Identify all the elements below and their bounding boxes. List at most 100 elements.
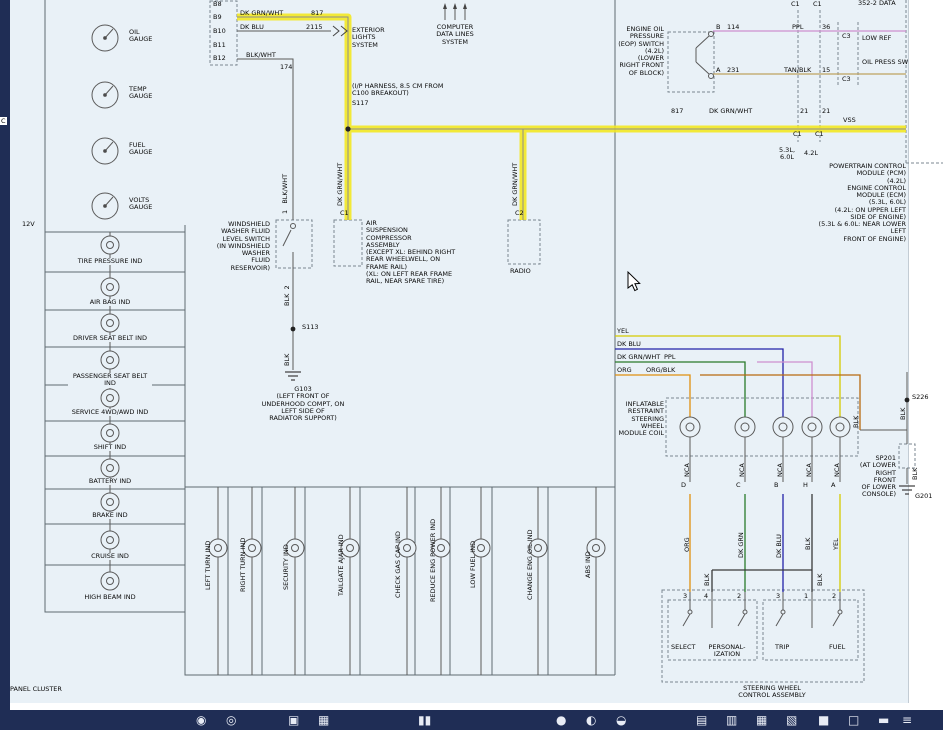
bind-security: SECURITY IND: [282, 544, 290, 590]
toolbar-icon[interactable]: ■: [818, 712, 829, 728]
clipped-edge-label: C: [0, 117, 7, 125]
toolbar-icon[interactable]: ▦: [318, 712, 329, 728]
nca-3: NCA: [776, 463, 784, 477]
feed-yel: YEL: [617, 328, 629, 335]
nca-2: NCA: [738, 463, 746, 477]
conn-c1-b: C1: [815, 131, 824, 138]
feed-ppl: PPL: [664, 354, 675, 361]
toolbar-icon[interactable]: ◉: [196, 712, 206, 728]
g103-label: G103 (LEFT FRONT OF UNDERHOOD COMPT, ON …: [250, 386, 356, 422]
pin-b12: B12: [213, 55, 226, 62]
pin-b10: B10: [213, 28, 226, 35]
wire-ppl: PPL: [792, 24, 803, 31]
engine-42: 4.2L: [804, 150, 818, 157]
swc-pin-2b: 2: [832, 593, 836, 600]
gray-wires[interactable]: [110, 8, 907, 675]
term-36: 36: [822, 24, 830, 31]
wire-b9-num: 817: [311, 10, 323, 17]
conn-c1-top-a: C1: [791, 1, 800, 8]
compressor-pin: C1: [340, 210, 349, 217]
wire-b10-color: DK BLU: [240, 24, 264, 31]
bind-right-turn: RIGHT TURN IND: [239, 538, 247, 592]
wire-b12-num: 174: [280, 64, 292, 71]
panel-cluster-title: PANEL CLUSTER: [10, 686, 62, 693]
term-21b: 21: [822, 108, 830, 115]
g201-label: G201: [915, 493, 932, 500]
component-boxes: [210, 0, 943, 682]
swc-pin-3b: 3: [776, 593, 780, 600]
ckt-231: 231: [727, 67, 739, 74]
swc-wire-yel: YEL: [832, 538, 840, 550]
switch-select: SELECT: [671, 644, 695, 651]
toolbar-icon[interactable]: ◐: [586, 712, 596, 728]
washer-switch-label: WINDSHIELD WASHER FLUID LEVEL SWITCH (IN…: [215, 221, 270, 272]
conn-c3-a: C3: [842, 76, 851, 83]
pin-b11: B11: [213, 42, 226, 49]
conn-c3-b: C3: [842, 33, 851, 40]
gauge-oil: OIL GAUGE: [129, 29, 152, 44]
s117-note: (I/P HARNESS, 8.5 CM FROM C100 BREAKOUT): [352, 83, 443, 98]
engine-5360: 5.3L, 6.0L: [772, 147, 802, 162]
supply-12v: 12V: [22, 221, 35, 228]
compressor-drop-wire: DK GRN/WHT: [336, 163, 344, 206]
washer-drop-wire: 1 BLK/WHT: [281, 174, 289, 214]
ind-battery: BATTERY IND: [68, 478, 152, 485]
toolbar-icon[interactable]: ▣: [288, 712, 299, 728]
switch-trip: TRIP: [775, 644, 789, 651]
compressor-label: AIR SUSPENSION COMPRESSOR ASSEMBLY (EXCE…: [366, 220, 455, 285]
toolbar-icon[interactable]: ≡: [902, 712, 912, 728]
eop-switch-label: ENGINE OIL PRESSURE (EOP) SWITCH (4.2L) …: [608, 26, 664, 77]
gauge-volts: VOLTS GAUGE: [129, 197, 152, 212]
coil-pin-a: A: [831, 482, 835, 489]
bind-tailgate-ajar: TAILGATE AJAR IND: [337, 534, 345, 596]
switch-personalization: PERSONAL- IZATION: [705, 644, 749, 659]
coil-symbols: [680, 417, 850, 437]
switch-fuel: FUEL: [829, 644, 845, 651]
wire-b12-color: BLK/WHT: [246, 52, 276, 59]
coil-pin-c: C: [736, 482, 741, 489]
term-21a: 21: [800, 108, 808, 115]
toolbar-icon[interactable]: ◎: [226, 712, 236, 728]
steering-assembly-label: STEERING WHEEL CONTROL ASSEMBLY: [716, 685, 828, 700]
swc-pin-2a: 2: [737, 593, 741, 600]
gauge-fuel: FUEL GAUGE: [129, 142, 152, 157]
toolbar-icon[interactable]: ▬: [878, 712, 889, 728]
ind-high-beam: HIGH BEAM IND: [68, 594, 152, 601]
toolbar-icon[interactable]: □: [848, 712, 859, 728]
gnd-blk-2: BLK: [899, 408, 907, 420]
ind-tire-pressure: TIRE PRESSURE IND: [68, 258, 152, 265]
coil-pin-b: B: [774, 482, 778, 489]
toolbar-icon[interactable]: ◒: [616, 712, 626, 728]
wire-b10-num: 2115: [306, 24, 323, 31]
gauge-symbols: [92, 25, 118, 219]
toolbar-icon[interactable]: ▥: [726, 712, 737, 728]
radio-label: RADIO: [510, 268, 531, 275]
toolbar-icon[interactable]: ▦: [756, 712, 767, 728]
feed-dkgrnwht: DK GRN/WHT: [617, 354, 660, 361]
conn-c1-top-b: C1: [813, 1, 822, 8]
ind-shift: SHIFT IND: [68, 444, 152, 451]
ind-passenger-seat-belt: PASSENGER SEAT BELT IND: [68, 373, 152, 388]
toolbar-icon[interactable]: ▤: [696, 712, 707, 728]
swc-wire-dkgrn: DK GRN: [737, 532, 745, 558]
data-line-arrowheads: [443, 3, 467, 9]
toolbar-icon[interactable]: ●: [556, 712, 566, 728]
pcm-vss: VSS: [843, 117, 856, 124]
gnd-blk-3: BLK: [911, 468, 919, 480]
bind-left-turn: LEFT TURN IND: [204, 541, 212, 590]
clipped-header-label: 352-2 DATA: [858, 0, 896, 7]
bind-change-eng-oil: CHANGE ENG OIL IND: [526, 529, 534, 600]
pin-b8: B8: [213, 1, 222, 8]
wiring-diagram-viewer: B8 B9 B10 B11 B12 DK GRN/WHT 817 DK BLU …: [0, 0, 943, 730]
bind-abs: ABS IND: [584, 551, 592, 578]
eop-pin-b: B: [716, 24, 720, 31]
toolbar-icon[interactable]: ▮▮: [418, 712, 431, 728]
toolbar-icon[interactable]: ▧: [786, 712, 797, 728]
ckt-817-right: 817: [671, 108, 683, 115]
colored-wires[interactable]: [615, 31, 906, 592]
coil-pin-d: D: [681, 482, 686, 489]
pcm-low-ref: LOW REF: [862, 35, 891, 42]
computer-data-lines-label: COMPUTER DATA LINES SYSTEM: [424, 24, 486, 46]
bind-low-fuel: LOW FUEL IND: [469, 541, 477, 588]
s117-label: S117: [352, 100, 369, 107]
